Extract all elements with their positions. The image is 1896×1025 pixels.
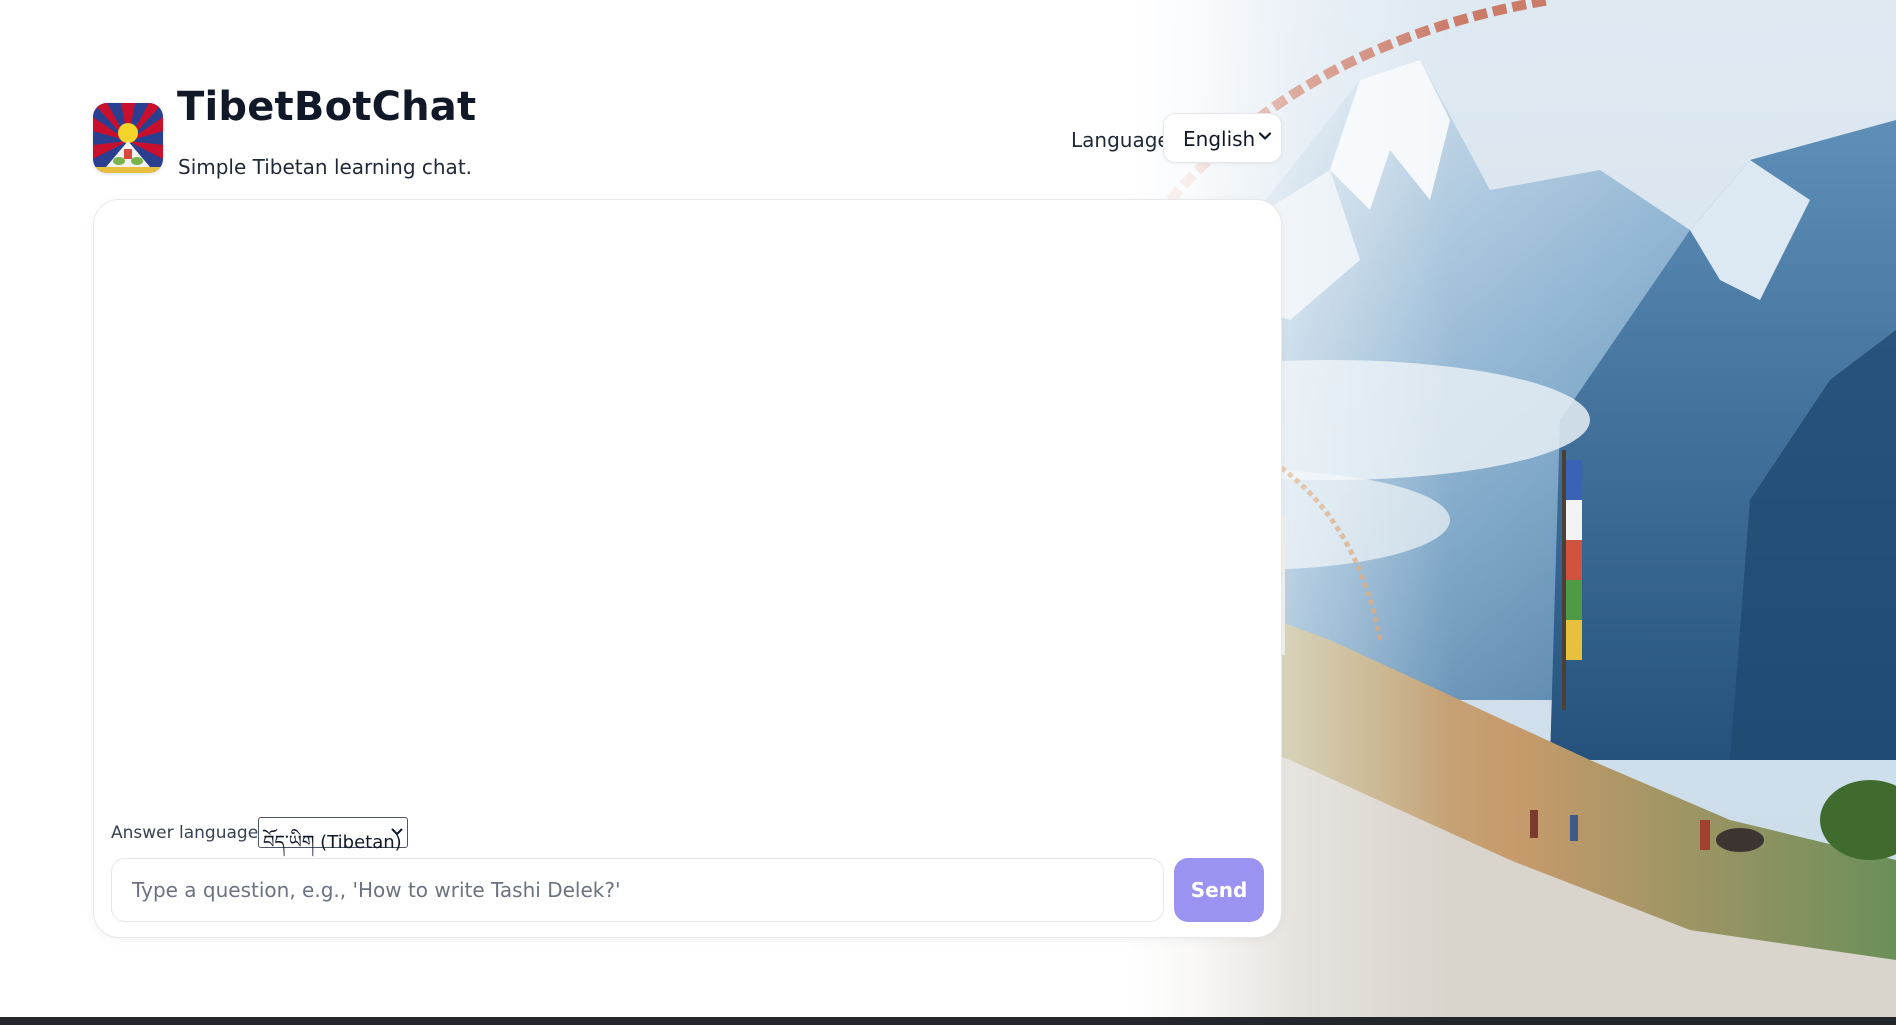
app-subtitle: Simple Tibetan learning chat. bbox=[178, 155, 473, 179]
language-select[interactable]: English bbox=[1163, 113, 1282, 163]
tibetan-flag-icon bbox=[93, 103, 163, 173]
send-button[interactable]: Send bbox=[1174, 858, 1264, 922]
answer-language-label: Answer language: bbox=[111, 823, 264, 843]
chevron-down-icon bbox=[391, 828, 403, 835]
chat-messages-area bbox=[110, 216, 1265, 796]
chevron-down-icon bbox=[1258, 132, 1272, 140]
language-label: Language: bbox=[1071, 128, 1177, 152]
taskbar-edge bbox=[0, 1017, 1896, 1025]
question-input[interactable] bbox=[111, 858, 1164, 922]
answer-language-select[interactable]: བོད་ཡིག (Tibetan) bbox=[258, 817, 408, 853]
language-select-value: English bbox=[1183, 127, 1256, 151]
app-title: TibetBotChat bbox=[177, 84, 477, 130]
chat-card: Answer language: བོད་ཡིག (Tibetan) Send bbox=[93, 199, 1282, 938]
